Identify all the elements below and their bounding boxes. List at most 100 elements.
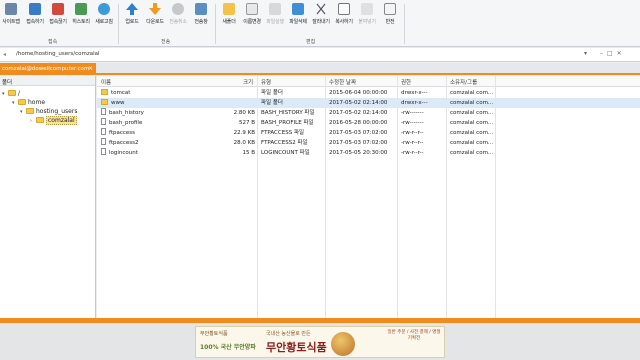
file-permission: -rw-------	[401, 110, 424, 116]
file-name: tomcat	[111, 90, 131, 96]
column-type[interactable]: 유형	[261, 78, 271, 86]
ad-brand: 무안황토식품	[200, 331, 228, 337]
history-icon	[75, 3, 87, 15]
refresh-button[interactable]: 새로고침	[93, 3, 115, 34]
file-permission: -rw-r--r--	[401, 130, 424, 136]
column-header-row: 이름 크기 유형 수정한 날짜 권한 소유자/그룹	[97, 76, 640, 87]
run-file-icon	[269, 3, 281, 15]
upload-button[interactable]: 업로드	[121, 3, 143, 34]
file-icon	[101, 148, 106, 155]
folder-icon	[26, 108, 34, 114]
tree-header: 폴더	[0, 76, 95, 86]
tree-node-root[interactable]: ▾ /	[2, 89, 20, 98]
file-size: 15 B	[242, 150, 255, 156]
tree-node-home[interactable]: ▾ home	[12, 98, 45, 107]
disconnect-button[interactable]: 접속끊기	[47, 3, 69, 34]
table-row[interactable]: ftpaccess2 28.0 KB FTPACCESS2 파일 2017-05…	[97, 138, 640, 148]
folder-icon	[101, 99, 108, 105]
cut-icon	[315, 3, 327, 15]
file-type: LOGINCOUNT 파일	[261, 150, 310, 156]
cut-button[interactable]: 잘라내기	[310, 3, 332, 34]
column-name[interactable]: 이름	[101, 78, 111, 86]
file-permission: drwxr-x---	[401, 100, 428, 106]
paste-icon	[361, 3, 373, 15]
file-type: FTPACCESS 파일	[261, 130, 305, 136]
file-modified: 2017-05-02 02:14:00	[329, 100, 388, 106]
column-owner[interactable]: 소유자/그룹	[450, 78, 477, 86]
file-name: www	[111, 100, 125, 106]
invert-button[interactable]: 반전	[379, 3, 401, 34]
table-row[interactable]: logincount 15 B LOGINCOUNT 파일 2017-05-05…	[97, 148, 640, 158]
table-row[interactable]: www 파일 폴더 2017-05-02 02:14:00 drwxr-x---…	[97, 98, 640, 108]
new-folder-button[interactable]: 새폴더	[218, 3, 240, 34]
delete-file-button[interactable]: 파일삭제	[287, 3, 309, 34]
session-tab[interactable]: comzalal@dowellcomputer.com ×	[0, 63, 96, 75]
connect-icon	[29, 3, 41, 15]
file-icon	[101, 138, 106, 145]
tree-node-comzalal[interactable]: › comzalal	[30, 116, 77, 125]
file-icon	[101, 108, 106, 115]
group-label-transfer: 전송	[161, 39, 171, 45]
ad-headline: 무안황토식품	[266, 341, 327, 354]
paste-button[interactable]: 붙여넣기	[356, 3, 378, 34]
separator	[404, 4, 405, 44]
folder-icon	[18, 99, 26, 105]
close-icon[interactable]: ×	[88, 65, 93, 72]
ad-slogan: 100% 국산 무안양파	[200, 344, 256, 351]
file-owner: comzalal com...	[450, 150, 494, 156]
file-name: ftpaccess	[109, 130, 136, 136]
copy-button[interactable]: 복사하기	[333, 3, 355, 34]
file-size: 22.9 KB	[233, 130, 255, 136]
rename-button[interactable]: 이름변경	[241, 3, 263, 34]
file-list: 이름 크기 유형 수정한 날짜 권한 소유자/그룹 tomcat 파일 폴더 2…	[97, 76, 640, 318]
download-button[interactable]: 다운로드	[144, 3, 166, 34]
column-modified[interactable]: 수정한 날짜	[329, 78, 356, 86]
file-type: FTPACCESS2 파일	[261, 140, 308, 146]
file-modified: 2016-05-28 00:00:00	[329, 120, 388, 126]
ribbon-toolbar: 사이트맵 접속하기 접속끊기 히스토리 새로고침 접속 업로드 다운로드 전송취…	[0, 0, 640, 47]
history-button[interactable]: 히스토리	[70, 3, 92, 34]
ad-side-text: 일반 주문 / 사전 결제 / 명절 기획전	[387, 330, 441, 341]
file-type: BASH_PROFILE 파일	[261, 120, 314, 126]
chevron-down-icon[interactable]: ▾	[584, 50, 587, 57]
table-row[interactable]: bash_history 2.80 KB BASH_HISTORY 파일 201…	[97, 108, 640, 118]
file-modified: 2015-06-04 00:00:00	[329, 90, 388, 96]
transfer-window-button[interactable]: 전송창	[190, 3, 212, 34]
download-icon	[149, 3, 161, 15]
file-permission: -rw-r--r--	[401, 140, 424, 146]
folder-icon	[101, 89, 108, 95]
file-permission: drwxr-x---	[401, 90, 428, 96]
connect-button[interactable]: 접속하기	[24, 3, 46, 34]
separator	[215, 4, 216, 44]
tree-node-hosting-users[interactable]: ▾ hosting_users	[20, 107, 77, 116]
file-owner: comzalal com...	[450, 130, 494, 136]
ad-banner[interactable]: 무안황토식품 100% 국산 무안양파 국내산 농산물로 만든 무안황토식품 일…	[195, 326, 445, 358]
address-path[interactable]: /home/hosting_users/comzalal	[16, 51, 100, 57]
file-owner: comzalal com...	[450, 90, 494, 96]
delete-file-icon	[292, 3, 304, 15]
file-permission: -rw-r--r--	[401, 150, 424, 156]
table-row[interactable]: ftpaccess 22.9 KB FTPACCESS 파일 2017-05-0…	[97, 128, 640, 138]
column-size[interactable]: 크기	[243, 78, 253, 86]
group-label-connect: 접속	[48, 39, 58, 45]
cancel-transfer-button[interactable]: 전송취소	[167, 3, 189, 34]
column-permission[interactable]: 권한	[401, 78, 411, 86]
run-file-button[interactable]: 파일실행	[264, 3, 286, 34]
back-arrow-icon[interactable]: ◂	[3, 51, 11, 59]
table-row[interactable]: bash_profile 527 B BASH_PROFILE 파일 2016-…	[97, 118, 640, 128]
table-row[interactable]: tomcat 파일 폴더 2015-06-04 00:00:00 drwxr-x…	[97, 88, 640, 98]
file-size: 527 B	[238, 120, 255, 126]
file-size: 2.80 KB	[233, 110, 255, 116]
folder-icon	[8, 90, 16, 96]
file-name: logincount	[109, 150, 138, 156]
window-controls-icon[interactable]: –□✕	[600, 50, 626, 57]
file-owner: comzalal com...	[450, 100, 494, 106]
file-type: 파일 폴더	[261, 100, 283, 106]
file-type: BASH_HISTORY 파일	[261, 110, 315, 116]
sitemap-button[interactable]: 사이트맵	[0, 3, 22, 34]
file-icon	[101, 118, 106, 125]
address-bar: ◂ /home/hosting_users/comzalal ▾ –□✕	[0, 48, 640, 62]
onion-image-icon	[331, 332, 355, 356]
cancel-transfer-icon	[172, 3, 184, 15]
folder-tree-panel: 폴더 ▾ / ▾ home ▾ hosting_users › comzalal	[0, 76, 96, 318]
